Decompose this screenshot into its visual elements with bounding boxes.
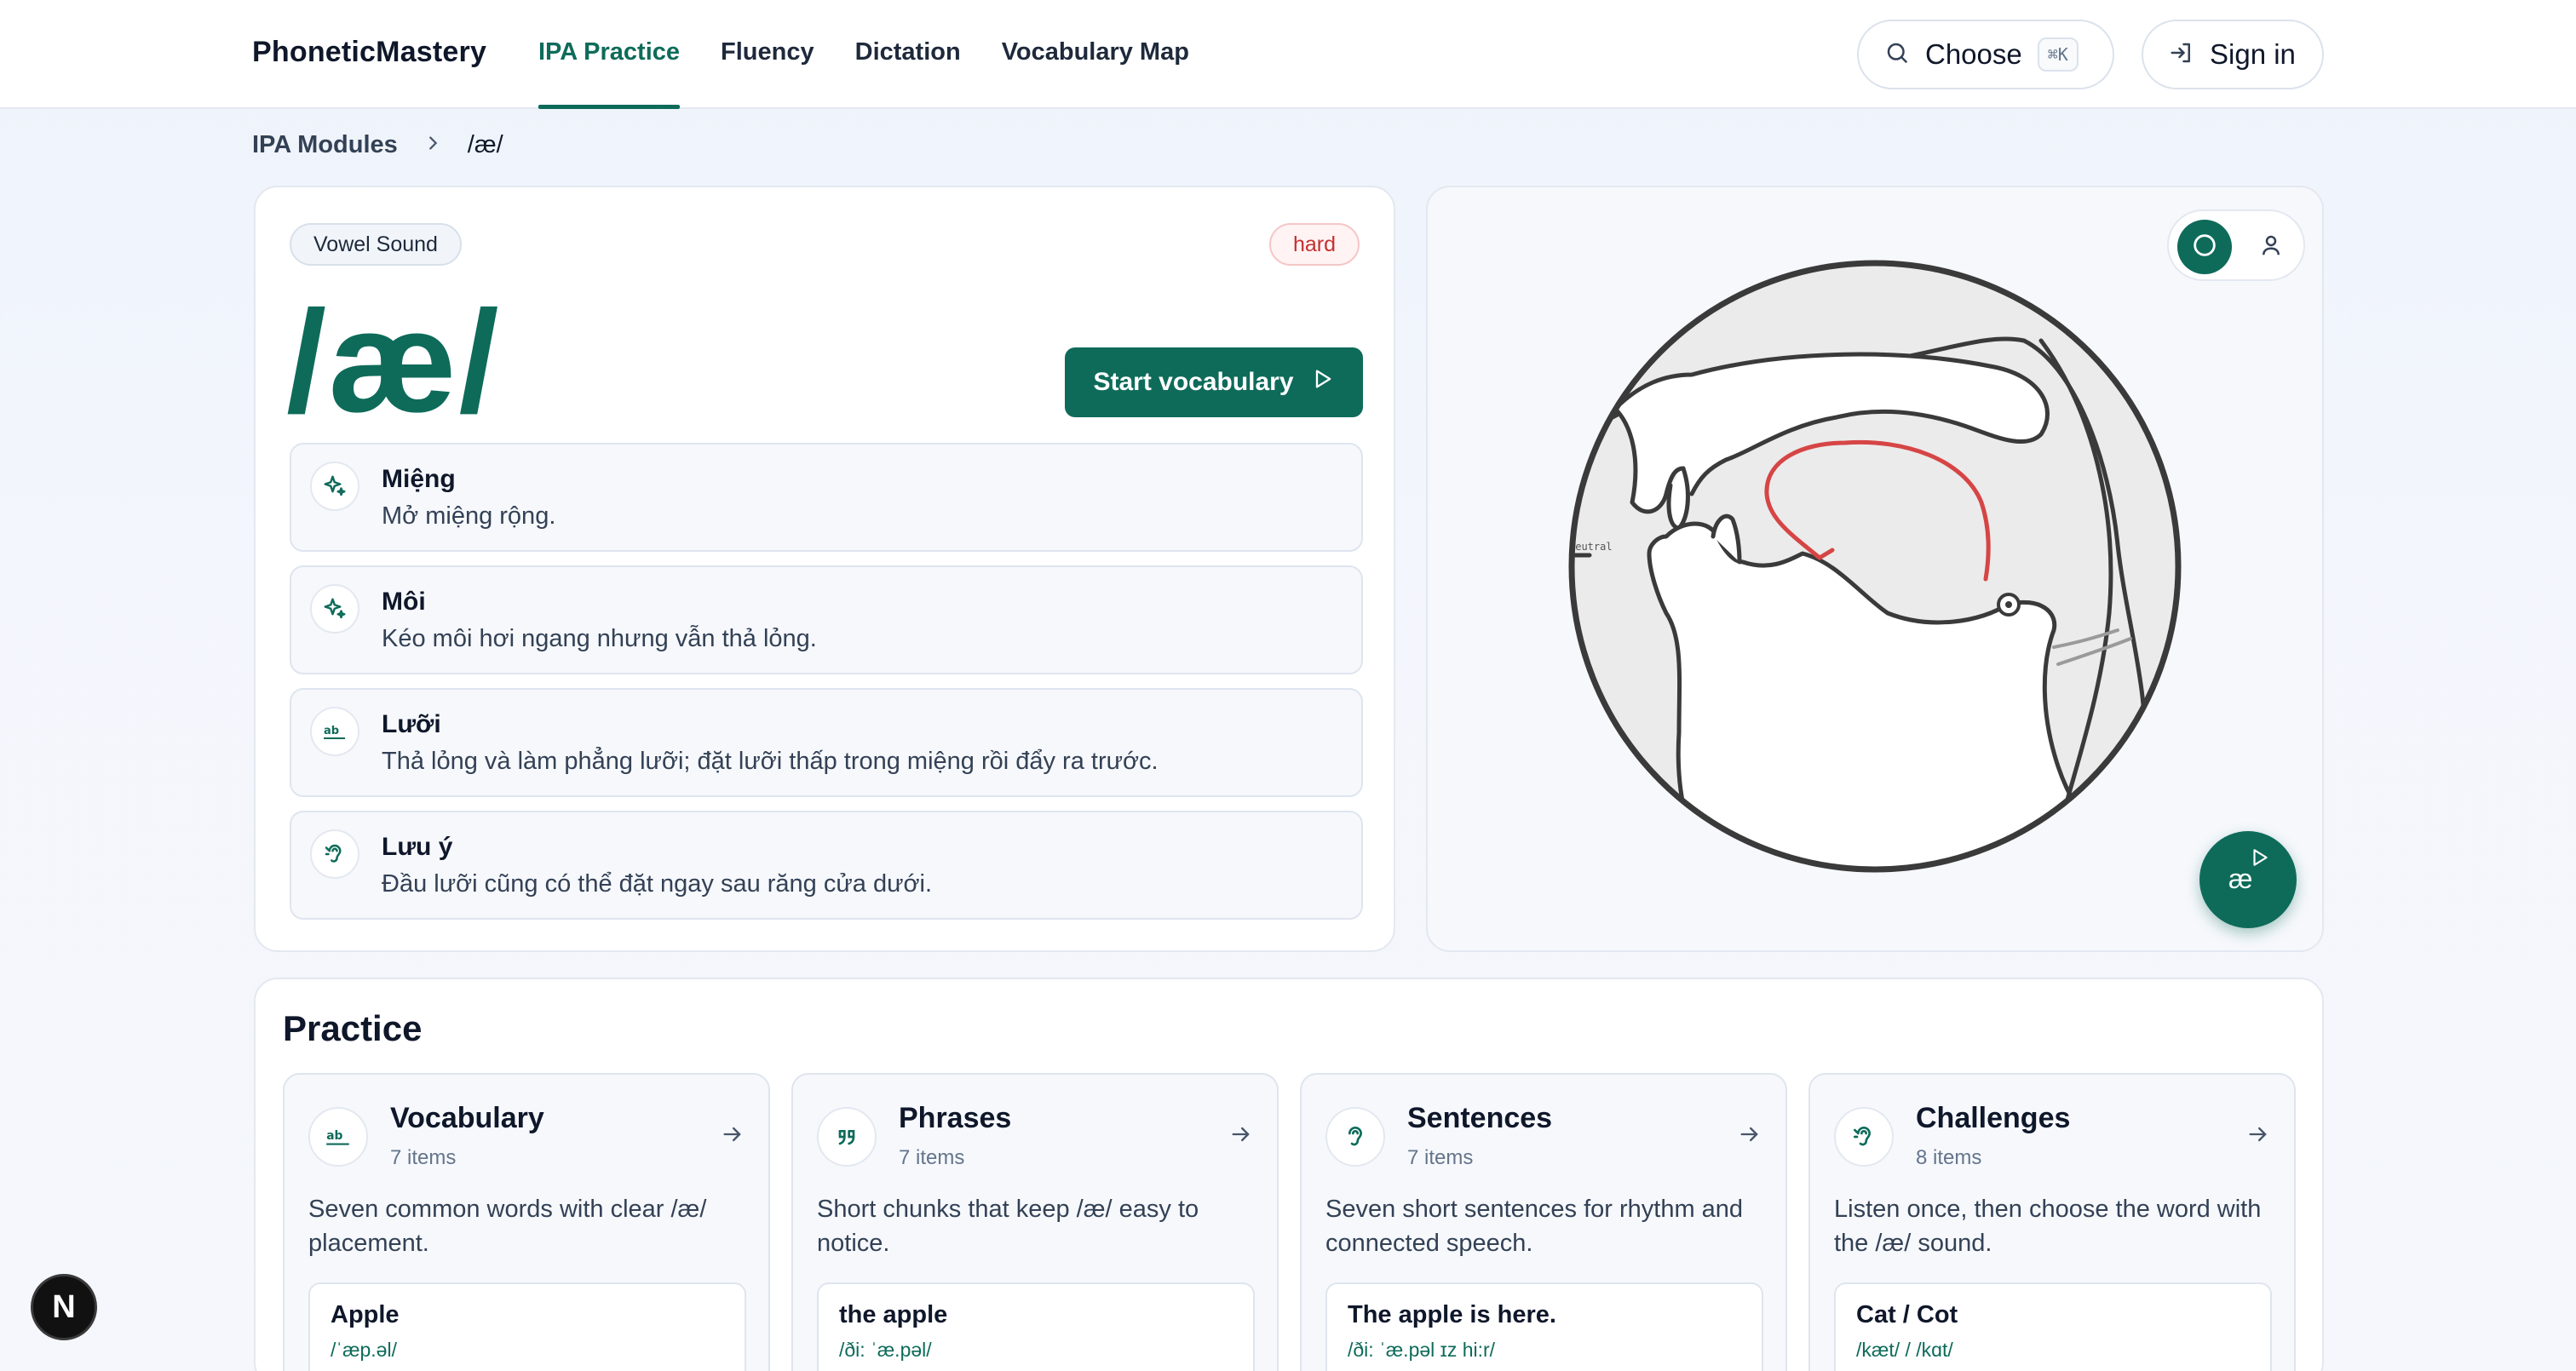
practice-card-count: 7 items (1407, 1146, 1474, 1169)
svg-text:ab: ab (324, 725, 339, 737)
nav-dictation[interactable]: Dictation (855, 0, 961, 109)
brand-logo[interactable]: PhoneticMastery (252, 36, 486, 69)
sample-word: Cat / Cot (1856, 1301, 1958, 1328)
ear-icon (310, 829, 359, 879)
difficulty-badge: hard (1268, 223, 1360, 266)
practice-card-phrases[interactable]: Phrases 7 items Short chunks that keep /… (791, 1073, 1279, 1371)
arrow-right-icon (721, 1122, 745, 1150)
sign-in-icon (2169, 40, 2194, 70)
arrow-right-icon (1738, 1122, 1762, 1150)
view-toggle (2167, 209, 2305, 281)
articulation-tips: Miệng Mở miệng rộng. Môi Kéo môi hơi nga… (290, 443, 1363, 933)
arrow-right-icon (1229, 1122, 1253, 1150)
tip-lips: Môi Kéo môi hơi ngang nhưng vẫn thả lỏng… (290, 565, 1363, 674)
practice-section: Practice ab Vocabulary 7 items Seven com… (254, 978, 2324, 1371)
sample-word: The apple is here. (1348, 1301, 1556, 1328)
ear-icon (1325, 1107, 1385, 1167)
practice-card-count: 8 items (1916, 1146, 1982, 1169)
main-nav: IPA Practice Fluency Dictation Vocabular… (538, 0, 1189, 109)
tip-title: Miệng (382, 465, 456, 493)
face-view-toggle[interactable] (2244, 220, 2298, 274)
sample-word: the apple (839, 1301, 948, 1328)
practice-card-description: Seven short sentences for rhythm and con… (1325, 1196, 1744, 1257)
svg-text:ab: ab (326, 1129, 342, 1143)
practice-card-challenges[interactable]: Challenges 8 items Listen once, then cho… (1808, 1073, 2296, 1371)
sample-ipa: /ˈæp.əl/ (331, 1339, 397, 1361)
sign-in-button[interactable]: Sign in (2142, 20, 2324, 89)
choose-label: Choose (1925, 38, 2022, 70)
practice-card-title: Sentences (1407, 1102, 1553, 1134)
shortcut-hint: ⌘K (2037, 37, 2079, 72)
nav-ipa-practice[interactable]: IPA Practice (538, 0, 681, 109)
practice-card-title: Phrases (899, 1102, 1012, 1134)
practice-card-sentences[interactable]: Sentences 7 items Seven short sentences … (1300, 1073, 1787, 1371)
nav-fluency[interactable]: Fluency (721, 0, 814, 109)
start-vocabulary-button[interactable]: Start vocabulary (1065, 347, 1363, 417)
user-icon (2258, 232, 2284, 262)
practice-card-vocabulary[interactable]: ab Vocabulary 7 items Seven common words… (283, 1073, 770, 1371)
tip-title: Lưu ý (382, 833, 453, 861)
chevron-right-icon (423, 134, 442, 157)
tip-title: Môi (382, 588, 426, 616)
practice-card-count: 7 items (390, 1146, 457, 1169)
sparkles-icon (310, 584, 359, 634)
tip-tongue: ab Lưỡi Thả lỏng và làm phẳng lưỡi; đặt … (290, 688, 1363, 797)
sample-ipa: /kæt/ / /kɑt/ (1856, 1339, 1953, 1361)
practice-sample-item[interactable]: The apple is here. /ði: ˈæ.pəl ɪz hi:r/ (1325, 1282, 1763, 1371)
practice-sample-item[interactable]: the apple /ði: ˈæ.pəl/ (817, 1282, 1255, 1371)
dev-tools-badge[interactable]: N (31, 1274, 97, 1340)
tip-text: Mở miệng rộng. (382, 502, 556, 530)
tip-text: Thả lỏng và làm phẳng lưỡi; đặt lưỡi thấ… (382, 748, 1159, 775)
nav-vocabulary-map[interactable]: Vocabulary Map (1002, 0, 1189, 109)
ear-icon (1834, 1107, 1894, 1167)
tip-mouth: Miệng Mở miệng rộng. (290, 443, 1363, 552)
practice-card-description: Seven common words with clear /æ/ placem… (308, 1196, 707, 1257)
mouth-cross-section-diagram: neutral (1568, 260, 2182, 873)
choose-search-button[interactable]: Choose ⌘K (1857, 20, 2114, 89)
tip-text: Kéo môi hơi ngang nhưng vẫn thả lỏng. (382, 625, 817, 652)
play-icon (1311, 367, 1335, 398)
circle-icon (2190, 231, 2219, 264)
practice-card-title: Vocabulary (390, 1102, 544, 1134)
tip-note: Lưu ý Đầu lưỡi cũng có thể đặt ngay sau … (290, 811, 1363, 920)
ab-icon: ab (310, 707, 359, 756)
breadcrumb-ipa-modules[interactable]: IPA Modules (252, 131, 398, 159)
play-icon (2253, 849, 2268, 866)
sample-ipa: /ði: ˈæ.pəl ɪz hi:r/ (1348, 1339, 1496, 1361)
practice-sample-item[interactable]: Apple /ˈæp.əl/ (308, 1282, 746, 1371)
practice-card-description: Listen once, then choose the word with t… (1834, 1196, 2262, 1257)
breadcrumb-current: /æ/ (467, 131, 503, 158)
search-icon (1884, 40, 1910, 70)
practice-heading: Practice (283, 1008, 423, 1048)
tip-text: Đầu lưỡi cũng có thể đặt ngay sau răng c… (382, 870, 933, 898)
practice-card-count: 7 items (899, 1146, 965, 1169)
mouth-diagram-card: neutral æ (1426, 186, 2324, 952)
arrow-right-icon (2246, 1122, 2270, 1150)
play-sound-button[interactable]: æ (2199, 831, 2297, 928)
sign-in-label: Sign in (2210, 38, 2296, 70)
sparkles-icon (310, 462, 359, 511)
sound-type-badge: Vowel Sound (290, 223, 462, 266)
sample-ipa: /ði: ˈæ.pəl/ (839, 1339, 932, 1361)
ab-icon: ab (308, 1107, 368, 1167)
sound-info-card: Vowel Sound hard /æ/ Start vocabulary Mi… (254, 186, 1395, 952)
practice-card-description: Short chunks that keep /æ/ easy to notic… (817, 1196, 1199, 1257)
start-vocabulary-label: Start vocabulary (1093, 368, 1294, 396)
sample-word: Apple (331, 1301, 400, 1328)
top-navbar: PhoneticMastery IPA Practice Fluency Dic… (0, 0, 2576, 109)
tip-title: Lưỡi (382, 710, 441, 738)
practice-sample-item[interactable]: Cat / Cot /kæt/ / /kɑt/ (1834, 1282, 2272, 1371)
quote-icon (817, 1107, 877, 1167)
practice-card-title: Challenges (1916, 1102, 2071, 1134)
breadcrumb: IPA Modules /æ/ (252, 131, 503, 159)
ipa-symbol-heading: /æ/ (286, 281, 501, 443)
